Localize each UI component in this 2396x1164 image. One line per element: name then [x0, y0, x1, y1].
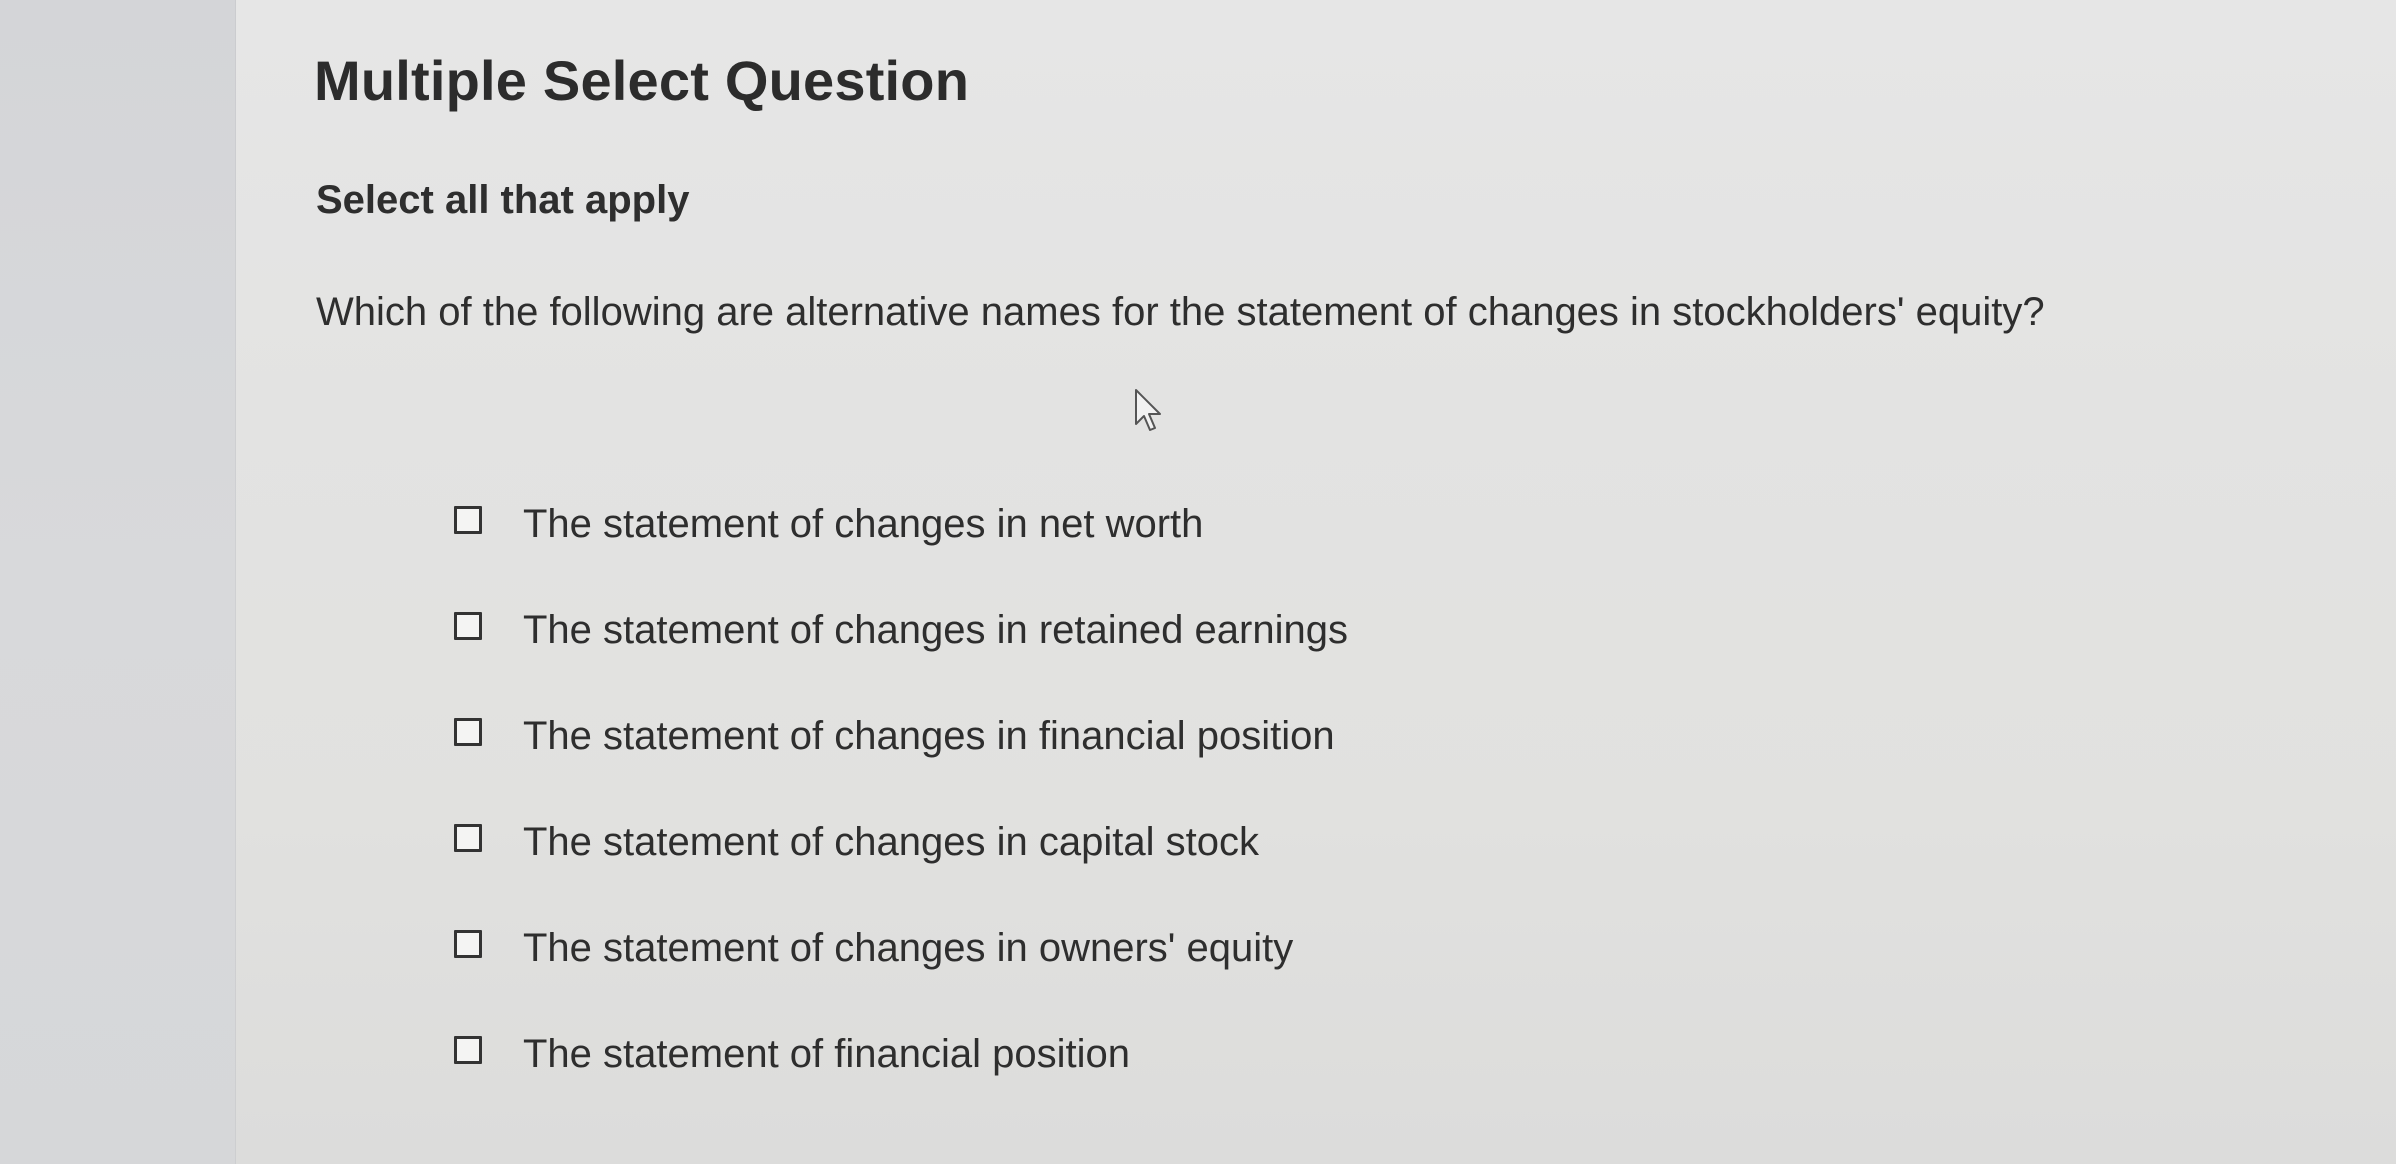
checkbox-unchecked-icon[interactable] [454, 718, 482, 746]
checkbox-unchecked-icon[interactable] [454, 930, 482, 958]
answer-option-label[interactable]: The statement of changes in net worth [523, 500, 1203, 548]
question-panel [236, 0, 2396, 1164]
answer-option-label[interactable]: The statement of changes in capital stoc… [523, 818, 1259, 866]
answer-option-label[interactable]: The statement of changes in financial po… [523, 712, 1335, 760]
checkbox-unchecked-icon[interactable] [454, 506, 482, 534]
question-instruction: Select all that apply [316, 178, 690, 222]
checkbox-unchecked-icon[interactable] [454, 824, 482, 852]
answer-option-label[interactable]: The statement of financial position [523, 1030, 1130, 1078]
screen: Multiple Select Question Select all that… [0, 0, 2396, 1164]
answer-option-label[interactable]: The statement of changes in owners' equi… [523, 924, 1293, 972]
mouse-pointer-icon [1135, 389, 1161, 431]
question-prompt: Which of the following are alternative n… [316, 290, 2045, 334]
answer-option-label[interactable]: The statement of changes in retained ear… [523, 606, 1348, 654]
question-heading: Multiple Select Question [314, 49, 970, 112]
checkbox-unchecked-icon[interactable] [454, 612, 482, 640]
left-gutter [0, 0, 236, 1164]
checkbox-unchecked-icon[interactable] [454, 1036, 482, 1064]
